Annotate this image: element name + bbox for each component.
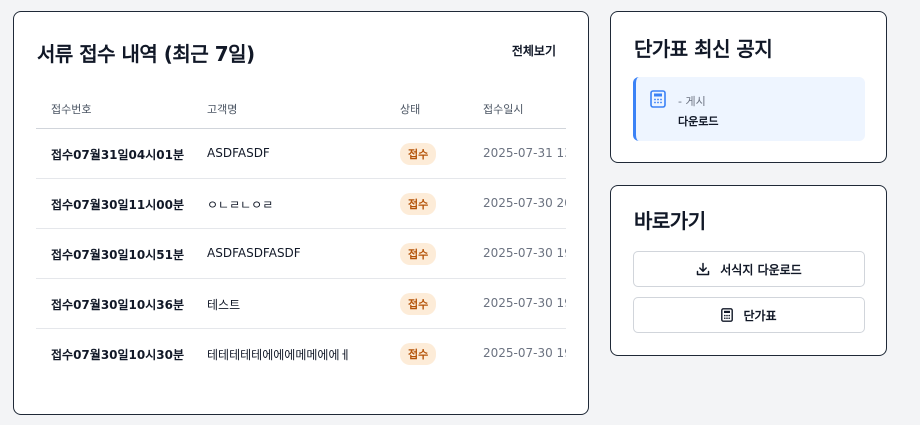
- price-table-label: 단가표: [743, 308, 777, 323]
- submission-number: 접수07월30일11시00분: [51, 198, 185, 212]
- column-header-status: 상태: [400, 103, 421, 116]
- view-all-link[interactable]: 전체보기: [512, 42, 556, 59]
- download-icon: [696, 262, 710, 276]
- submissions-table: 접수번호 고객명 상태 접수일시 접수07월31일04시01분 ASDFASDF…: [36, 88, 566, 380]
- table-header: 접수번호 고객명 상태 접수일시: [36, 88, 566, 129]
- status-badge: 접수: [400, 193, 437, 215]
- customer-name: ㅇㄴㄹㄴㅇㄹ: [207, 198, 274, 212]
- customer-name: ASDFASDF: [207, 146, 270, 160]
- table-row[interactable]: 접수07월31일04시01분 ASDFASDF 접수 2025-07-31 13…: [36, 129, 566, 179]
- status-badge: 접수: [400, 293, 437, 315]
- customer-name: ASDFASDFASDF: [207, 246, 301, 260]
- customer-name: 테스트: [207, 298, 241, 312]
- status-badge: 접수: [400, 243, 437, 265]
- shortcuts-card: 바로가기 서식지 다운로드 단가표: [610, 185, 887, 356]
- submission-date: 2025-07-30 20:: [483, 196, 566, 210]
- table-row[interactable]: 접수07월30일10시30분 테테테테테에에에메메에에ㅔ 접수 2025-07-…: [36, 329, 566, 379]
- submission-number: 접수07월30일10시36분: [51, 298, 185, 312]
- notice-item-title: 다운로드: [678, 115, 719, 128]
- notice-meta: - 게시: [678, 95, 706, 108]
- column-header-number: 접수번호: [51, 103, 92, 116]
- column-header-date: 접수일시: [483, 103, 524, 116]
- form-download-button[interactable]: 서식지 다운로드: [633, 251, 865, 287]
- submission-date: 2025-07-30 19:: [483, 296, 566, 310]
- table-row[interactable]: 접수07월30일11시00분 ㅇㄴㄹㄴㅇㄹ 접수 2025-07-30 20:: [36, 179, 566, 229]
- recent-submissions-title: 서류 접수 내역 (최근 7일): [37, 42, 255, 66]
- status-badge: 접수: [400, 343, 437, 365]
- calculator-icon: [721, 308, 734, 322]
- submission-number: 접수07월30일10시51분: [51, 248, 185, 262]
- status-badge: 접수: [400, 143, 437, 165]
- notice-item[interactable]: - 게시 다운로드: [633, 77, 865, 141]
- shortcuts-title: 바로가기: [634, 209, 706, 233]
- table-row[interactable]: 접수07월30일10시36분 테스트 접수 2025-07-30 19:: [36, 279, 566, 329]
- price-notice-card: 단가표 최신 공지 - 게시 다운로드: [610, 11, 887, 163]
- price-notice-title: 단가표 최신 공지: [634, 37, 773, 61]
- submission-number: 접수07월30일10시30분: [51, 348, 185, 362]
- form-download-label: 서식지 다운로드: [720, 262, 802, 277]
- customer-name: 테테테테테에에에메메에에ㅔ: [207, 348, 351, 362]
- column-header-customer: 고객명: [207, 103, 238, 116]
- table-row[interactable]: 접수07월30일10시51분 ASDFASDFASDF 접수 2025-07-3…: [36, 229, 566, 279]
- calculator-icon: [650, 90, 666, 112]
- submission-date: 2025-07-30 19:: [483, 246, 566, 260]
- submission-date: 2025-07-30 19:: [483, 346, 566, 360]
- price-table-button[interactable]: 단가표: [633, 297, 865, 333]
- submission-date: 2025-07-31 13:: [483, 146, 566, 160]
- submission-number: 접수07월31일04시01분: [51, 148, 185, 162]
- recent-submissions-card: 서류 접수 내역 (최근 7일) 전체보기 접수번호 고객명 상태 접수일시 접…: [13, 11, 589, 415]
